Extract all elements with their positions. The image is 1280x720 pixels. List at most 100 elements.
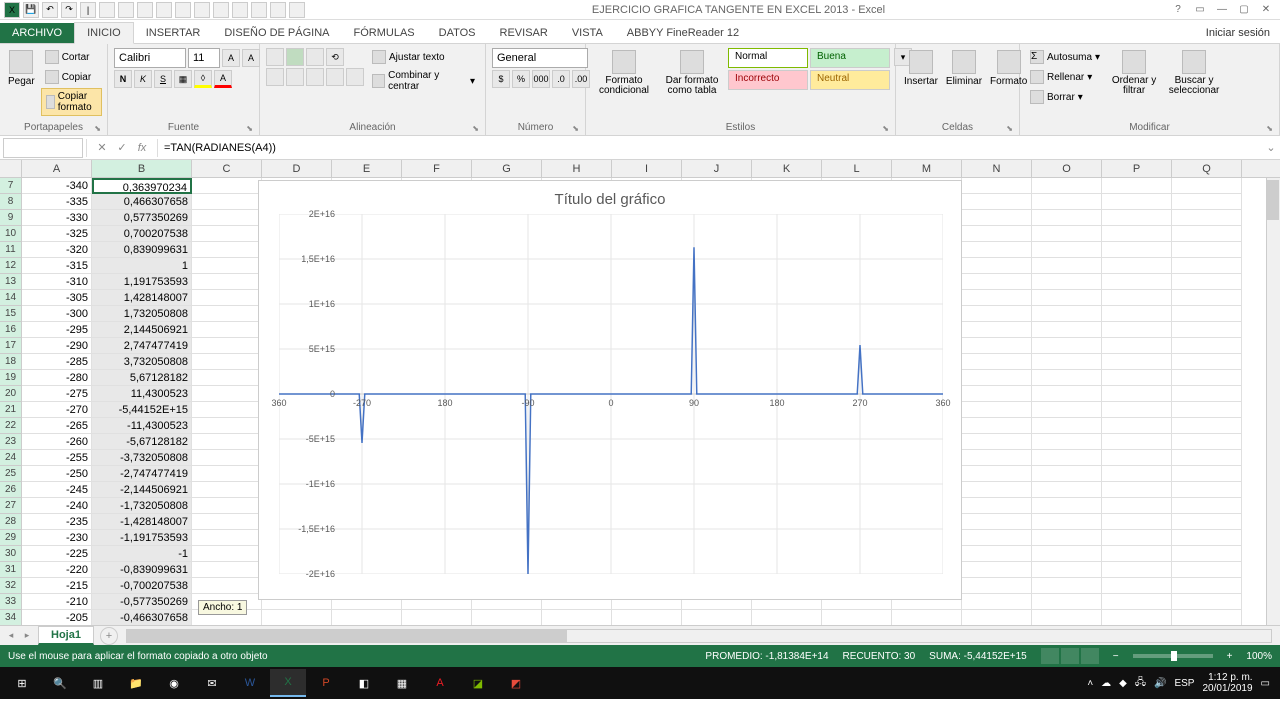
cell[interactable] — [962, 546, 1032, 562]
calculator-button[interactable]: ▦ — [384, 669, 420, 697]
sheet-nav-prev[interactable]: ▸ — [20, 630, 34, 641]
wrap-text-button[interactable]: Ajustar texto — [368, 48, 479, 66]
cell[interactable]: -1,732050808 — [92, 498, 192, 514]
cell[interactable] — [192, 242, 262, 258]
cell[interactable]: 1,732050808 — [92, 306, 192, 322]
row-header[interactable]: 9 — [0, 210, 22, 226]
cell[interactable] — [962, 226, 1032, 242]
cell[interactable] — [1102, 338, 1172, 354]
cell[interactable] — [1032, 546, 1102, 562]
cell[interactable] — [1032, 274, 1102, 290]
row-header[interactable]: 15 — [0, 306, 22, 322]
view-normal-icon[interactable] — [1041, 648, 1059, 664]
cell[interactable]: 1,191753593 — [92, 274, 192, 290]
app-button-2[interactable]: ◪ — [460, 669, 496, 697]
cell[interactable] — [262, 610, 332, 625]
cell[interactable] — [192, 258, 262, 274]
cell[interactable]: -3,732050808 — [92, 450, 192, 466]
cell[interactable] — [962, 290, 1032, 306]
cell[interactable] — [192, 498, 262, 514]
vscroll-thumb[interactable] — [1267, 180, 1279, 220]
undo-icon[interactable]: ↶ — [42, 2, 58, 18]
cell[interactable] — [192, 434, 262, 450]
cell[interactable] — [1032, 530, 1102, 546]
word-button[interactable]: W — [232, 669, 268, 697]
grow-font-icon[interactable]: A — [222, 49, 240, 67]
col-header-A[interactable]: A — [22, 160, 92, 177]
sheet-tab-hoja1[interactable]: Hoja1 — [38, 626, 94, 645]
cell[interactable] — [1102, 386, 1172, 402]
cell[interactable] — [1102, 402, 1172, 418]
tab-data[interactable]: DATOS — [427, 23, 488, 43]
app-button[interactable]: ◧ — [346, 669, 382, 697]
align-bottom-icon[interactable] — [306, 48, 324, 66]
cell[interactable] — [1102, 226, 1172, 242]
cell[interactable] — [962, 258, 1032, 274]
cell[interactable] — [332, 610, 402, 625]
cell[interactable]: 1 — [92, 258, 192, 274]
row-header[interactable]: 12 — [0, 258, 22, 274]
cell[interactable] — [192, 530, 262, 546]
indent-inc-icon[interactable] — [346, 68, 364, 86]
cell[interactable] — [1102, 578, 1172, 594]
row-header[interactable]: 22 — [0, 418, 22, 434]
zoom-in-icon[interactable]: + — [1227, 651, 1233, 662]
cell[interactable] — [542, 610, 612, 625]
cell[interactable] — [1032, 338, 1102, 354]
cell[interactable]: -260 — [22, 434, 92, 450]
cell[interactable] — [962, 242, 1032, 258]
zoom-thumb[interactable] — [1171, 651, 1177, 661]
tab-home[interactable]: INICIO — [74, 22, 134, 44]
cell[interactable]: -235 — [22, 514, 92, 530]
col-header-F[interactable]: F — [402, 160, 472, 177]
cell[interactable] — [1032, 610, 1102, 625]
cell[interactable] — [1032, 514, 1102, 530]
taskview-button[interactable]: ▥ — [80, 669, 116, 697]
chart-object[interactable]: Título del gráfico 2E+161,5E+161E+165E+1… — [258, 180, 962, 600]
cell[interactable] — [1032, 418, 1102, 434]
row-header[interactable]: 24 — [0, 450, 22, 466]
insert-cells-button[interactable]: Insertar — [902, 48, 940, 89]
cell[interactable] — [1102, 306, 1172, 322]
qat-icon[interactable] — [175, 2, 191, 18]
cell[interactable] — [1102, 194, 1172, 210]
cell[interactable] — [962, 466, 1032, 482]
cell[interactable] — [1032, 562, 1102, 578]
format-painter-button[interactable]: Copiar formato — [41, 88, 102, 116]
cell[interactable] — [1172, 306, 1242, 322]
row-header[interactable]: 16 — [0, 322, 22, 338]
col-header-B[interactable]: B — [92, 160, 192, 177]
cell[interactable]: -5,44152E+15 — [92, 402, 192, 418]
chart-title[interactable]: Título del gráfico — [259, 181, 961, 214]
cell[interactable] — [1172, 562, 1242, 578]
cell[interactable]: -285 — [22, 354, 92, 370]
col-header-P[interactable]: P — [1102, 160, 1172, 177]
cell[interactable] — [962, 322, 1032, 338]
cell[interactable] — [1032, 498, 1102, 514]
merge-center-button[interactable]: Combinar y centrar ▾ — [368, 68, 479, 94]
cell[interactable]: -210 — [22, 594, 92, 610]
tray-chevron-icon[interactable]: ˄ — [1087, 678, 1093, 689]
align-middle-icon[interactable] — [286, 48, 304, 66]
cell[interactable] — [192, 306, 262, 322]
col-header-D[interactable]: D — [262, 160, 332, 177]
cell[interactable] — [1032, 322, 1102, 338]
comma-icon[interactable]: 000 — [532, 70, 550, 88]
orientation-icon[interactable]: ⟲ — [326, 48, 344, 66]
cell[interactable]: 0,839099631 — [92, 242, 192, 258]
row-header[interactable]: 34 — [0, 610, 22, 625]
cell[interactable]: -5,67128182 — [92, 434, 192, 450]
cell[interactable] — [962, 562, 1032, 578]
bold-icon[interactable]: N — [114, 70, 132, 88]
chrome-button[interactable]: ◉ — [156, 669, 192, 697]
qat-icon[interactable] — [213, 2, 229, 18]
cell[interactable]: -310 — [22, 274, 92, 290]
align-right-icon[interactable] — [306, 68, 324, 86]
cell[interactable] — [1172, 290, 1242, 306]
cell[interactable] — [962, 338, 1032, 354]
cell[interactable]: 0,700207538 — [92, 226, 192, 242]
row-header[interactable]: 21 — [0, 402, 22, 418]
row-header[interactable]: 25 — [0, 466, 22, 482]
number-format-combo[interactable] — [492, 48, 588, 68]
tab-layout[interactable]: DISEÑO DE PÁGINA — [212, 23, 341, 43]
